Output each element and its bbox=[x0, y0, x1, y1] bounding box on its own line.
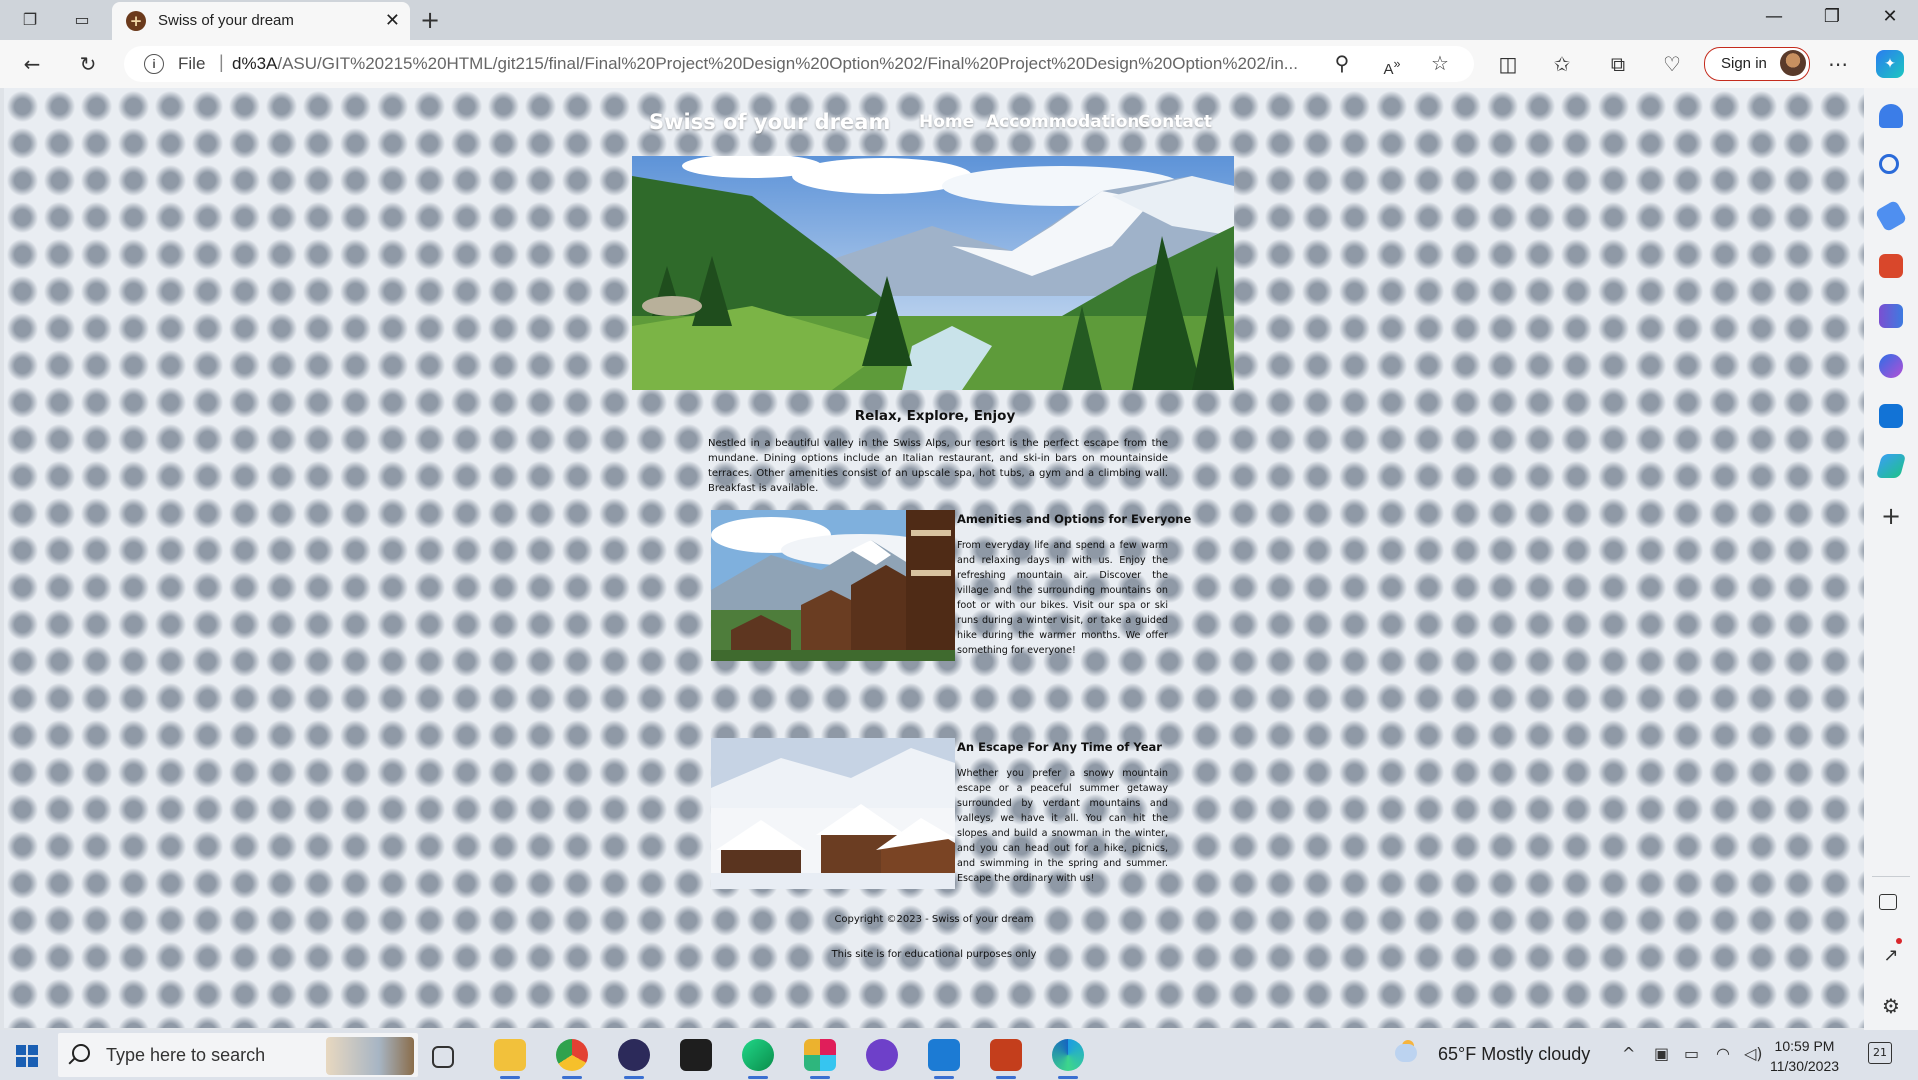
zoom-icon[interactable]: ⚲ bbox=[1328, 50, 1356, 78]
notification-dot bbox=[1896, 938, 1902, 944]
meet-now-icon[interactable]: ▣ bbox=[1654, 1044, 1669, 1063]
read-aloud-icon[interactable]: A» bbox=[1378, 50, 1406, 78]
battery-icon[interactable]: ▭ bbox=[1684, 1044, 1699, 1063]
address-separator: | bbox=[219, 52, 224, 72]
windows-start-icon[interactable] bbox=[16, 1045, 38, 1067]
edge-sidebar: + ↗ ⚙ bbox=[1864, 88, 1918, 1030]
split-screen-icon[interactable]: ◫ bbox=[1494, 50, 1522, 78]
site-favicon-icon bbox=[126, 11, 146, 31]
terminal-icon[interactable] bbox=[680, 1039, 712, 1071]
search-icon bbox=[72, 1044, 90, 1062]
notification-center-badge[interactable]: 21 bbox=[1868, 1042, 1892, 1064]
add-sidebar-app-icon[interactable]: + bbox=[1879, 504, 1903, 528]
address-bar[interactable]: i File | d%3A/ASU/GIT%20215%20HTML/git21… bbox=[124, 46, 1474, 82]
intro-paragraph: Nestled in a beautiful valley in the Swi… bbox=[708, 438, 1168, 494]
file-explorer-icon[interactable] bbox=[494, 1039, 526, 1079]
snowy-village-photo bbox=[711, 738, 955, 889]
restore-icon[interactable]: ❐ bbox=[1812, 6, 1852, 27]
footer-note: This site is for educational purposes on… bbox=[831, 949, 1037, 960]
copilot-icon[interactable]: ✦ bbox=[1876, 50, 1904, 78]
wifi-icon[interactable]: ◠ bbox=[1716, 1044, 1730, 1063]
settings-gear-icon[interactable]: ⚙ bbox=[1879, 994, 1903, 1018]
edge-icon[interactable] bbox=[1052, 1039, 1084, 1079]
minimize-icon[interactable]: — bbox=[1754, 6, 1794, 27]
weather-cloud-icon[interactable] bbox=[1395, 1044, 1417, 1062]
site-info-icon[interactable]: i bbox=[144, 54, 164, 74]
favorite-star-icon[interactable]: ☆ bbox=[1426, 50, 1454, 78]
browser-essentials-icon[interactable]: ♡ bbox=[1658, 50, 1686, 78]
taskbar-search-box[interactable]: Type here to search bbox=[58, 1033, 418, 1077]
address-scheme-label: File bbox=[178, 54, 206, 73]
clock-date: 11/30/2023 bbox=[1770, 1058, 1840, 1074]
search-highlight-illustration bbox=[326, 1037, 414, 1075]
workspaces-icon[interactable]: ❐ bbox=[18, 8, 42, 32]
task-view-icon[interactable] bbox=[432, 1046, 454, 1068]
games-icon[interactable] bbox=[1879, 304, 1903, 328]
browser-tab-strip: ❐ ▭ Swiss of your dream ✕ + — ❐ ✕ bbox=[0, 0, 1918, 40]
eclipse-icon[interactable] bbox=[618, 1039, 650, 1079]
site-page: Swiss of your dream Home Accommodations … bbox=[4, 88, 1864, 1028]
github-desktop-icon[interactable] bbox=[866, 1039, 898, 1071]
search-icon[interactable] bbox=[1879, 154, 1899, 174]
sidebar-divider bbox=[1872, 876, 1910, 877]
microsoft-365-icon[interactable] bbox=[1879, 354, 1903, 378]
hero-mountain-valley-image bbox=[632, 156, 1234, 390]
shopping-tag-icon[interactable] bbox=[1874, 199, 1908, 233]
vscode-icon[interactable] bbox=[928, 1039, 960, 1079]
nav-link-home[interactable]: Home bbox=[919, 112, 974, 132]
external-link-icon[interactable]: ↗ bbox=[1879, 944, 1903, 968]
pycharm-icon[interactable] bbox=[742, 1039, 774, 1079]
address-url-host: d%3A bbox=[232, 54, 278, 73]
taskbar-search-placeholder: Type here to search bbox=[106, 1045, 266, 1065]
clock-time: 10:59 PM bbox=[1774, 1038, 1835, 1054]
outlook-icon[interactable] bbox=[1879, 404, 1903, 428]
browser-tab-active[interactable]: Swiss of your dream ✕ bbox=[112, 2, 410, 40]
web-page-viewport: Swiss of your dream Home Accommodations … bbox=[4, 88, 1864, 1028]
sign-in-button[interactable]: Sign in bbox=[1704, 47, 1810, 81]
powerpoint-icon[interactable] bbox=[990, 1039, 1022, 1079]
system-clock[interactable]: 10:59 PM 11/30/2023 bbox=[1770, 1036, 1839, 1076]
nav-link-contact[interactable]: Contact bbox=[1138, 112, 1212, 132]
section-title-escape: An Escape For Any Time of Year bbox=[957, 740, 1162, 754]
vertical-tabs-icon[interactable]: ▭ bbox=[70, 8, 94, 32]
site-title[interactable]: Swiss of your dream bbox=[649, 110, 890, 134]
new-tab-icon[interactable]: + bbox=[420, 6, 440, 34]
weather-status[interactable]: 65°F Mostly cloudy bbox=[1438, 1044, 1590, 1065]
volume-icon[interactable]: ◁) bbox=[1744, 1044, 1763, 1063]
refresh-icon[interactable]: ↻ bbox=[74, 50, 102, 78]
address-url-path: /ASU/GIT%20215%20HTML/git215/final/Final… bbox=[277, 54, 1298, 73]
headline: Relax, Explore, Enjoy bbox=[854, 408, 1016, 424]
section-title-amenities: Amenities and Options for Everyone bbox=[957, 512, 1192, 526]
collections-icon[interactable]: ⧉ bbox=[1604, 50, 1632, 78]
section-body-escape: Whether you prefer a snowy mountain esca… bbox=[957, 768, 1168, 884]
hide-sidebar-icon[interactable] bbox=[1879, 894, 1897, 910]
slack-icon[interactable] bbox=[804, 1039, 836, 1079]
footer-copyright: Copyright ©2023 - Swiss of your dream bbox=[834, 914, 1034, 925]
alpine-village-photo bbox=[711, 510, 955, 661]
tools-briefcase-icon[interactable] bbox=[1879, 254, 1903, 278]
nav-link-accommodations[interactable]: Accommodations bbox=[986, 112, 1150, 132]
browser-toolbar: ← ↻ i File | d%3A/ASU/GIT%20215%20HTML/g… bbox=[0, 40, 1918, 88]
address-url[interactable]: d%3A/ASU/GIT%20215%20HTML/git215/final/F… bbox=[232, 54, 1332, 74]
close-tab-icon[interactable]: ✕ bbox=[385, 10, 400, 31]
windows-taskbar: Type here to search 65°F Mostly cloudy ^… bbox=[0, 1030, 1918, 1080]
sign-in-label: Sign in bbox=[1721, 55, 1767, 72]
drop-send-icon[interactable] bbox=[1875, 454, 1907, 478]
profile-avatar bbox=[1780, 50, 1806, 76]
show-hidden-icons-icon[interactable]: ^ bbox=[1622, 1044, 1635, 1063]
back-icon[interactable]: ← bbox=[18, 50, 46, 78]
more-menu-icon[interactable]: ⋯ bbox=[1824, 50, 1852, 78]
chrome-icon[interactable] bbox=[556, 1039, 588, 1079]
favorites-icon[interactable]: ✩ bbox=[1548, 50, 1576, 78]
close-window-icon[interactable]: ✕ bbox=[1870, 6, 1910, 27]
notifications-bell-icon[interactable] bbox=[1879, 104, 1903, 128]
section-body-amenities: From everyday life and spend a few warm … bbox=[957, 540, 1168, 656]
tab-title: Swiss of your dream bbox=[158, 12, 294, 29]
